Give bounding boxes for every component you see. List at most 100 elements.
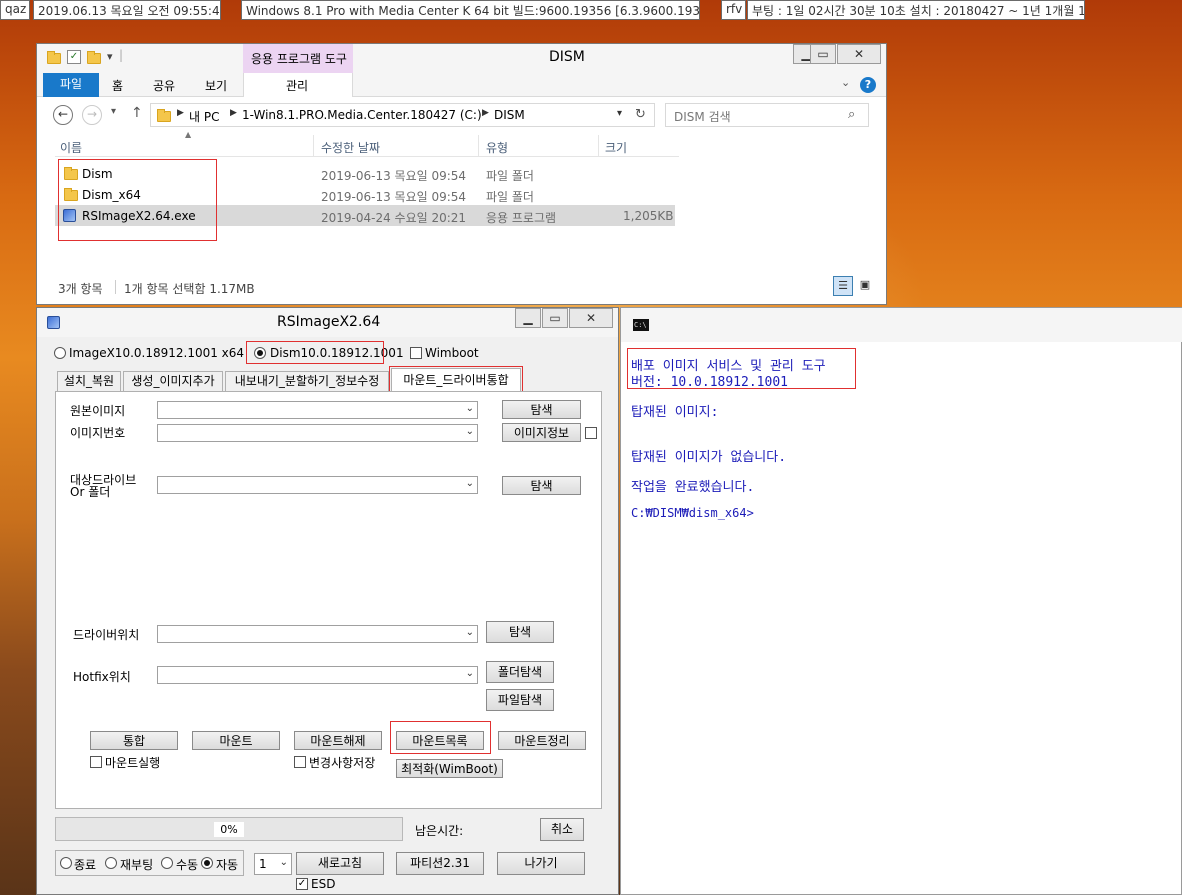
save-changes-checkbox[interactable] xyxy=(294,756,306,768)
forward-icon[interactable]: → xyxy=(82,105,102,125)
file-type: 응용 프로그램 xyxy=(486,211,557,225)
titlebar-divider: | xyxy=(119,48,124,62)
image-info-checkbox[interactable] xyxy=(585,427,597,439)
browse-source-button[interactable]: 탐색 xyxy=(502,400,581,419)
help-icon[interactable]: ? xyxy=(860,77,876,93)
wimboot-checkbox[interactable] xyxy=(410,347,422,359)
tab-panel: 원본이미지 ⌄ 탐색 이미지번호 ⌄ 이미지정보 대상드라이브 Or 폴더 ⌄ … xyxy=(55,391,602,809)
console-line-none: 탑재된 이미지가 없습니다. xyxy=(631,450,787,465)
tab-file[interactable]: 파일 xyxy=(43,73,99,97)
optimize-wimboot-button[interactable]: 최적화(WimBoot) xyxy=(396,759,503,778)
column-size[interactable]: 크기 xyxy=(605,139,627,156)
mount-button[interactable]: 마운트 xyxy=(192,731,280,750)
topbar-user: qaz xyxy=(0,0,30,20)
up-icon[interactable]: ↑ xyxy=(131,105,143,121)
app-icon xyxy=(47,316,60,329)
column-headers: ▲ 이름 수정한 날짜 유형 크기 xyxy=(55,130,679,157)
console-titlebar: C:\ xyxy=(621,308,1182,342)
target-drive-combo[interactable]: ⌄ xyxy=(157,476,478,494)
tab-home[interactable]: 홈 xyxy=(112,77,123,94)
address-folder-icon xyxy=(157,109,171,122)
exit-button[interactable]: 나가기 xyxy=(497,852,585,875)
ribbon-expand-icon[interactable]: ⌄ xyxy=(841,76,850,89)
explorer-title: DISM xyxy=(549,49,585,65)
hotfix-location-combo[interactable]: ⌄ xyxy=(157,666,478,684)
file-date: 2019-06-13 목요일 09:54 xyxy=(321,169,467,183)
tab-export-split[interactable]: 내보내기_분할하기_정보수정 xyxy=(225,371,389,391)
radio-auto-label: 자동 xyxy=(216,858,239,872)
status-selected: 1개 항목 선택함 1.17MB xyxy=(124,282,255,296)
radio-shutdown[interactable] xyxy=(60,857,72,869)
tab-install-restore[interactable]: 설치_복원 xyxy=(57,371,121,391)
radio-imagex[interactable] xyxy=(54,347,66,359)
refresh-button[interactable]: 새로고침 xyxy=(296,852,384,875)
address-bar[interactable]: ▶ 내 PC ▶ 1-Win8.1.PRO.Media.Center.18042… xyxy=(150,103,655,127)
browse-driver-button[interactable]: 탐색 xyxy=(486,621,554,643)
column-type[interactable]: 유형 xyxy=(486,139,508,156)
browse-target-button[interactable]: 탐색 xyxy=(502,476,581,495)
partition-button[interactable]: 파티션2.31 xyxy=(396,852,484,875)
mount-run-checkbox[interactable] xyxy=(90,756,102,768)
maximize-button[interactable]: ▭ xyxy=(810,44,836,64)
driver-location-combo[interactable]: ⌄ xyxy=(157,625,478,643)
cancel-button[interactable]: 취소 xyxy=(540,818,584,841)
unmount-button[interactable]: 마운트해제 xyxy=(294,731,382,750)
tab-manage[interactable]: 관리 xyxy=(286,77,308,94)
status-count: 3개 항목 xyxy=(58,282,103,296)
address-dropdown-icon[interactable]: ▾ xyxy=(617,108,622,119)
console-prompt[interactable]: C:₩DISM₩dism_x64> xyxy=(631,506,754,520)
console-icon: C:\ xyxy=(633,319,649,331)
remaining-time-label: 남은시간: xyxy=(415,824,464,838)
address-crumb-pc[interactable]: 내 PC xyxy=(189,108,219,125)
maximize-button[interactable]: ▭ xyxy=(542,308,568,328)
search-icon[interactable]: ⌕ xyxy=(848,107,855,122)
chevron-down-icon: ⌄ xyxy=(465,426,474,437)
properties-icon[interactable]: ✓ xyxy=(67,50,81,64)
new-folder-icon[interactable] xyxy=(87,51,101,64)
back-icon[interactable]: ← xyxy=(53,105,73,125)
radio-manual[interactable] xyxy=(161,857,173,869)
save-changes-label: 변경사항저장 xyxy=(309,756,376,770)
file-type: 파일 폴더 xyxy=(486,190,534,204)
hotfix-location-label: Hotfix위치 xyxy=(73,670,131,684)
large-icons-view-icon[interactable]: ▣ xyxy=(855,276,875,296)
quick-access-dropdown-icon[interactable]: ▾ xyxy=(107,50,113,63)
file-size: 1,205KB xyxy=(623,209,674,223)
column-name[interactable]: 이름 xyxy=(60,139,82,156)
recent-locations-icon[interactable]: ▾ xyxy=(111,106,116,117)
console-window: C:\ 배포 이미지 서비스 및 관리 도구 버전: 10.0.18912.10… xyxy=(620,307,1182,895)
tab-view[interactable]: 보기 xyxy=(205,77,227,94)
address-crumb-dism[interactable]: DISM xyxy=(494,108,525,122)
radio-auto[interactable] xyxy=(201,857,213,869)
address-crumb-drive[interactable]: 1-Win8.1.PRO.Media.Center.180427 (C:) xyxy=(242,108,482,122)
count-select[interactable]: 1 ⌄ xyxy=(254,853,292,875)
folder-browse-button[interactable]: 폴더탐색 xyxy=(486,661,554,683)
details-view-icon[interactable]: ☰ xyxy=(833,276,853,296)
file-browse-button[interactable]: 파일탐색 xyxy=(486,689,554,711)
driver-location-label: 드라이버위치 xyxy=(73,628,140,642)
esd-checkbox[interactable]: ✓ xyxy=(296,878,308,890)
tab-create-append[interactable]: 생성_이미지추가 xyxy=(123,371,223,391)
highlight-box xyxy=(627,348,856,389)
radio-reboot-label: 재부팅 xyxy=(120,858,154,872)
source-image-combo[interactable]: ⌄ xyxy=(157,401,478,419)
status-bar: 3개 항목 1개 항목 선택함 1.17MB ☰ ▣ xyxy=(37,274,886,304)
minimize-button[interactable]: ▁ xyxy=(515,308,541,328)
close-button[interactable]: ✕ xyxy=(569,308,613,328)
column-date[interactable]: 수정한 날짜 xyxy=(321,139,380,156)
radio-manual-label: 수동 xyxy=(176,858,199,872)
integrate-button[interactable]: 통합 xyxy=(90,731,178,750)
topbar-datetime: 2019.06.13 목요일 오전 09:55:44 xyxy=(33,0,221,20)
tab-share[interactable]: 공유 xyxy=(153,77,175,94)
close-button[interactable]: ✕ xyxy=(837,44,881,64)
image-info-button[interactable]: 이미지정보 xyxy=(502,423,581,442)
progress-text: 0% xyxy=(214,822,244,837)
refresh-icon[interactable]: ↻ xyxy=(635,107,646,122)
chevron-down-icon: ⌄ xyxy=(465,668,474,679)
image-index-combo[interactable]: ⌄ xyxy=(157,424,478,442)
file-date: 2019-04-24 수요일 20:21 xyxy=(321,211,467,225)
radio-reboot[interactable] xyxy=(105,857,117,869)
search-box[interactable]: DISM 검색 ⌕ xyxy=(665,103,869,127)
mount-cleanup-button[interactable]: 마운트정리 xyxy=(498,731,586,750)
search-placeholder: DISM 검색 xyxy=(674,110,731,124)
